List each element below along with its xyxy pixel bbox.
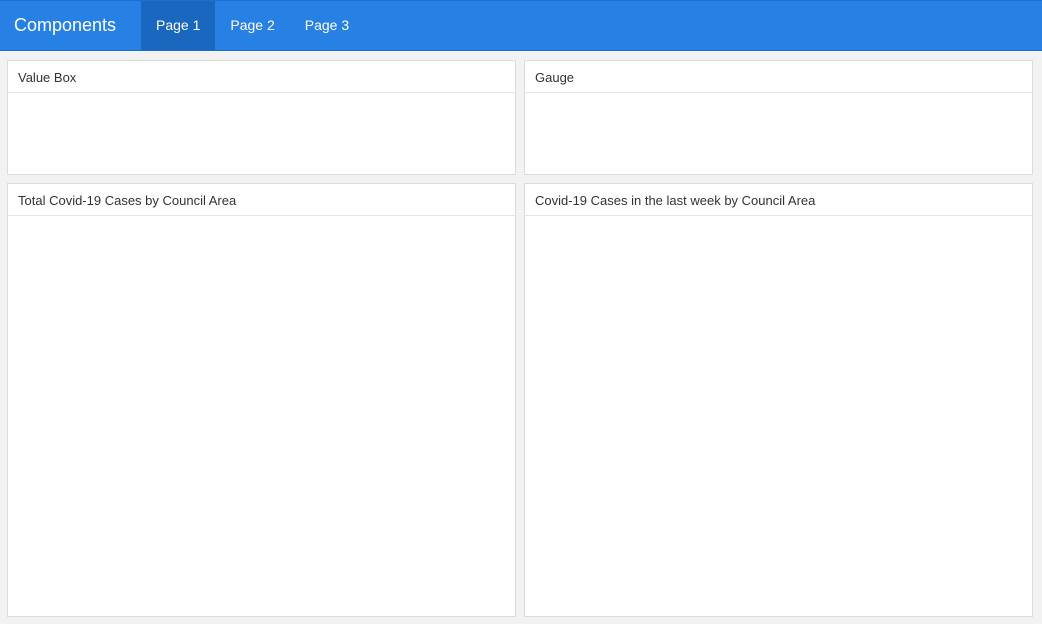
tab-page-1[interactable]: Page 1 bbox=[141, 1, 216, 50]
value-box-title: Value Box bbox=[8, 61, 515, 93]
total-cases-panel: Total Covid-19 Cases by Council Area bbox=[7, 183, 516, 617]
value-box-panel: Value Box bbox=[7, 60, 516, 175]
top-navbar: Components Page 1 Page 2 Page 3 bbox=[0, 0, 1042, 51]
brand-title[interactable]: Components bbox=[0, 1, 141, 50]
total-cases-title: Total Covid-19 Cases by Council Area bbox=[8, 184, 515, 216]
nav-tabs: Page 1 Page 2 Page 3 bbox=[141, 1, 364, 50]
gauge-panel: Gauge bbox=[524, 60, 1033, 175]
gauge-body bbox=[525, 93, 1032, 174]
last-week-cases-title: Covid-19 Cases in the last week by Counc… bbox=[525, 184, 1032, 216]
gauge-title: Gauge bbox=[525, 61, 1032, 93]
last-week-cases-body bbox=[525, 216, 1032, 616]
total-cases-body bbox=[8, 216, 515, 616]
last-week-cases-panel: Covid-19 Cases in the last week by Counc… bbox=[524, 183, 1033, 617]
value-box-body bbox=[8, 93, 515, 174]
tab-page-3[interactable]: Page 3 bbox=[290, 1, 364, 50]
tab-page-2[interactable]: Page 2 bbox=[215, 1, 289, 50]
